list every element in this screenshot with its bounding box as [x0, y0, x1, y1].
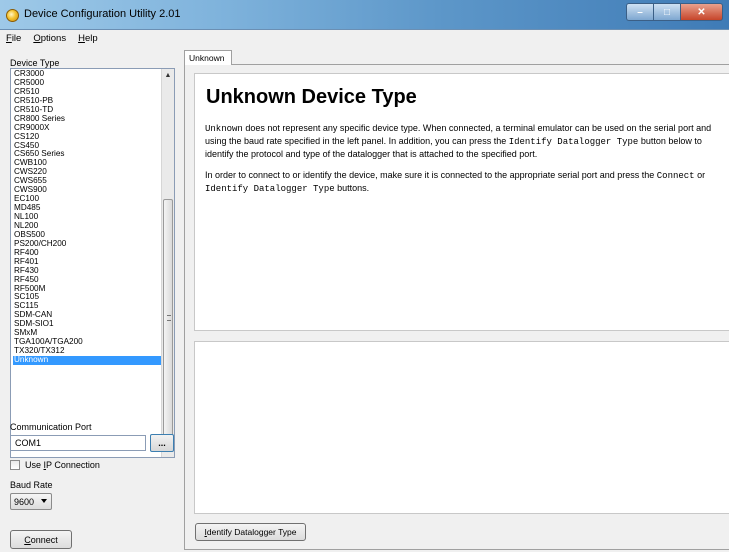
terminal-output-area[interactable] [194, 341, 729, 514]
device-description-panel: Unknown Device Type Unknown does not rep… [194, 73, 729, 331]
baud-rate-label: Baud Rate [10, 480, 53, 490]
use-ip-label-pre: Use [25, 460, 44, 470]
left-panel: Device Type CR3000 CR5000 CR510 CR510-PB CR5… [0, 46, 180, 552]
minimize-button[interactable]: – [626, 3, 653, 21]
comm-port-input[interactable]: COM1 [10, 435, 146, 451]
use-ip-label-post: P Connection [46, 460, 100, 470]
device-list-item[interactable]: Unknown [13, 355, 161, 365]
scroll-up-icon[interactable]: ▲ [162, 69, 174, 82]
menu-file[interactable]: File [6, 33, 21, 44]
p2-connect-ref: Connect [656, 171, 695, 181]
description-paragraph-2: In order to connect to or identify the d… [205, 169, 725, 195]
menu-file-label: ile [11, 33, 22, 44]
connect-label: onnect [30, 534, 58, 545]
device-type-label: Device Type [10, 58, 60, 68]
use-ip-label: Use IP Connection [25, 460, 100, 470]
title-bar[interactable]: Device Configuration Utility 2.01 – □ ✕ [0, 0, 729, 30]
baud-rate-value: 9600 [14, 496, 35, 507]
chevron-down-icon [41, 499, 47, 503]
p1-device-name: Unknown [205, 124, 243, 134]
scroll-grip-icon [167, 315, 171, 321]
use-ip-checkbox[interactable] [10, 460, 20, 470]
app-icon [6, 9, 19, 22]
menu-help-accel: H [78, 33, 85, 44]
device-list-items: CR3000 CR5000 CR510 CR510-PB CR510-TD CR800 S… [11, 69, 161, 365]
p1-button-ref: Identify Datalogger Type [508, 137, 639, 147]
menu-options-accel: O [33, 33, 41, 44]
menu-options-label: ptions [40, 33, 67, 44]
page-title: Unknown Device Type [206, 86, 417, 108]
device-type-list[interactable]: CR3000 CR5000 CR510 CR510-PB CR510-TD CR800 S… [10, 68, 175, 458]
menu-help-label: elp [84, 33, 98, 44]
menu-help[interactable]: Help [78, 33, 98, 44]
maximize-button[interactable]: □ [653, 3, 680, 21]
baud-rate-select[interactable]: 9600 [10, 493, 52, 510]
scroll-thumb[interactable] [163, 199, 173, 442]
p2-text-2: or [694, 170, 706, 180]
menu-bar: File Options Help [0, 31, 729, 46]
window-controls: – □ ✕ [626, 3, 723, 21]
connect-button[interactable]: Connect [10, 530, 72, 549]
tab-unknown[interactable]: Unknown [184, 50, 232, 65]
p2-text-1: In order to connect to or identify the d… [205, 170, 657, 180]
identify-label: dentify Datalogger Type [206, 527, 297, 537]
description-paragraph-1: Unknown does not represent any specific … [205, 122, 725, 160]
menu-options[interactable]: Options [33, 33, 66, 44]
p2-identify-ref: Identify Datalogger Type [205, 184, 335, 194]
use-ip-row[interactable]: Use IP Connection [10, 460, 100, 470]
comm-port-label: Communication Port [10, 422, 92, 432]
browse-port-button[interactable]: ... [150, 434, 174, 452]
window-title: Device Configuration Utility 2.01 [24, 8, 181, 20]
close-button[interactable]: ✕ [680, 3, 723, 21]
p2-text-3: buttons. [334, 183, 370, 193]
device-list-scrollbar[interactable]: ▲ ▼ [161, 69, 174, 457]
identify-datalogger-button[interactable]: Identify Datalogger Type [195, 523, 306, 541]
